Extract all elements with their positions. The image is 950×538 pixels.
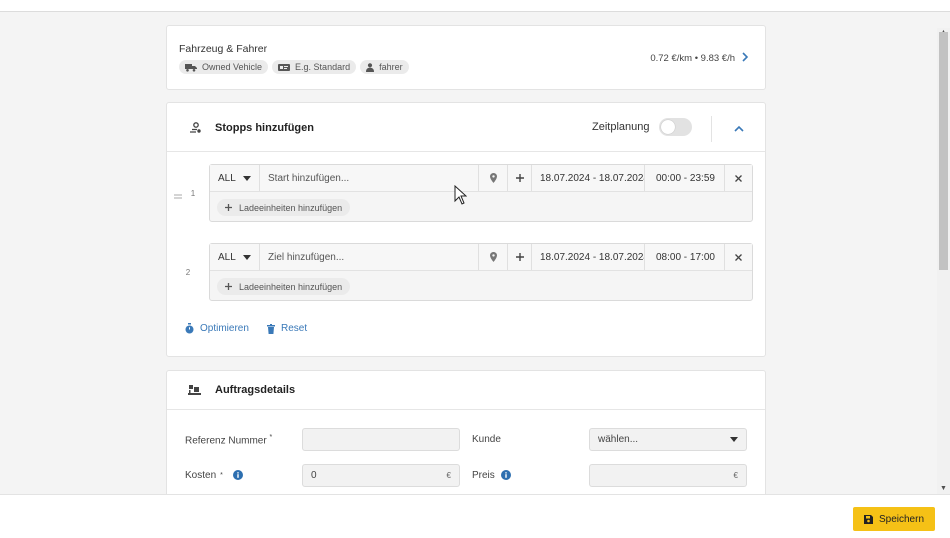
cost-value: 0 xyxy=(311,470,317,481)
map-pin-icon xyxy=(489,173,497,183)
add-load-units-label-2: Ladeeinheiten hinzufügen xyxy=(239,281,343,292)
remove-stop-button-2[interactable] xyxy=(725,244,752,270)
scrollbar-thumb[interactable] xyxy=(939,32,948,270)
truck-icon xyxy=(185,63,197,72)
price-label: Preis xyxy=(472,470,495,481)
reset-button[interactable]: Reset xyxy=(267,323,307,334)
plus-icon xyxy=(515,253,524,261)
stops-icon xyxy=(189,122,202,137)
add-stop-button-2[interactable] xyxy=(508,244,532,270)
date-range-1[interactable]: 18.07.2024 - 18.07.2024 xyxy=(532,165,645,191)
trash-icon xyxy=(267,323,275,334)
plus-icon xyxy=(225,283,232,290)
owned-vehicle-label: Owned Vehicle xyxy=(202,62,263,72)
plus-icon xyxy=(225,204,232,211)
stop-row-2: ALL Ziel hinzufügen... 18.07.2024 - 18.0… xyxy=(209,243,753,301)
driver-chip: fahrer xyxy=(360,60,409,74)
header-divider xyxy=(711,116,712,142)
customer-label: Kunde xyxy=(472,434,501,445)
map-pin-button-2[interactable] xyxy=(479,244,508,270)
add-load-units-label-1: Ladeeinheiten hinzufügen xyxy=(239,202,343,213)
close-icon xyxy=(735,174,742,182)
date-range-value-2: 18.07.2024 - 18.07.2024 xyxy=(540,251,645,263)
page-scrollbar[interactable]: ▲ ▼ xyxy=(937,28,950,494)
pallet-icon xyxy=(188,385,201,399)
start-address-input[interactable]: Start hinzufügen... xyxy=(260,165,479,191)
top-bar xyxy=(0,0,950,12)
order-details-header[interactable]: Auftragsdetails xyxy=(167,371,765,410)
dropdown-caret-icon xyxy=(243,175,251,181)
add-load-units-button-1[interactable]: Ladeeinheiten hinzufügen xyxy=(217,199,351,216)
scheduling-toggle[interactable] xyxy=(659,118,692,136)
footer-bar xyxy=(0,494,950,538)
reference-number-input[interactable] xyxy=(302,428,460,451)
date-range-value-1: 18.07.2024 - 18.07.2024 xyxy=(540,172,645,184)
reference-number-label: Referenz Nummer * xyxy=(185,434,273,447)
add-load-units-button-2[interactable]: Ladeeinheiten hinzufügen xyxy=(217,278,351,295)
reset-label: Reset xyxy=(281,323,308,334)
stop-number-2: 2 xyxy=(185,268,191,277)
order-details-title: Auftragsdetails xyxy=(215,384,296,396)
chevron-right-icon[interactable] xyxy=(742,52,749,65)
price-input[interactable]: € xyxy=(589,464,747,487)
required-mark: * xyxy=(269,434,273,441)
time-window-value-1: 00:00 - 23:59 xyxy=(656,172,715,184)
close-icon xyxy=(735,253,742,261)
vehicle-rate: 0.72 €/km • 9.83 €/h xyxy=(650,53,735,64)
drag-handle-icon[interactable] xyxy=(174,190,182,202)
stops-title: Stopps hinzufügen xyxy=(215,122,314,134)
info-icon[interactable] xyxy=(233,470,243,483)
stops-header[interactable]: Stopps hinzufügen Zeitplanung xyxy=(167,103,765,152)
price-currency: € xyxy=(733,471,738,480)
stop-number-1: 1 xyxy=(190,189,196,198)
time-window-1[interactable]: 00:00 - 23:59 xyxy=(645,165,725,191)
stop-type-value-2: ALL xyxy=(218,251,236,263)
vehicle-driver-title: Fahrzeug & Fahrer xyxy=(179,43,268,55)
vehicle-driver-card[interactable]: Fahrzeug & Fahrer Owned Vehicle E.g. Sta… xyxy=(166,25,766,90)
info-icon[interactable] xyxy=(501,470,511,483)
save-icon xyxy=(863,514,873,524)
id-card-icon xyxy=(278,63,291,71)
cost-currency: € xyxy=(446,471,451,480)
required-mark: * xyxy=(220,472,223,479)
owned-vehicle-chip: Owned Vehicle xyxy=(179,60,269,74)
stop-type-select-1[interactable]: ALL xyxy=(210,165,260,191)
date-range-2[interactable]: 18.07.2024 - 18.07.2024 xyxy=(532,244,645,270)
time-window-value-2: 08:00 - 17:00 xyxy=(656,251,715,263)
time-window-2[interactable]: 08:00 - 17:00 xyxy=(645,244,725,270)
cost-label: Kosten * xyxy=(185,470,223,481)
remove-stop-button-1[interactable] xyxy=(725,165,752,191)
optimize-button[interactable]: Optimieren xyxy=(185,323,249,334)
standard-chip: E.g. Standard xyxy=(272,60,357,74)
chevron-up-icon[interactable] xyxy=(734,123,744,135)
plus-icon xyxy=(515,174,524,182)
driver-label: fahrer xyxy=(379,62,403,72)
stops-card: Stopps hinzufügen Zeitplanung Optimieren… xyxy=(166,102,766,357)
scheduling-label: Zeitplanung xyxy=(592,121,650,133)
destination-address-input[interactable]: Ziel hinzufügen... xyxy=(260,244,479,270)
stopwatch-icon xyxy=(185,323,194,334)
start-address-placeholder: Start hinzufügen... xyxy=(268,172,350,184)
mouse-cursor-icon xyxy=(454,184,468,208)
standard-label: E.g. Standard xyxy=(295,62,351,72)
customer-placeholder: wählen... xyxy=(598,434,639,445)
stop-row-1: ALL Start hinzufügen... 18.07.2024 - 18.… xyxy=(209,164,753,222)
stop-type-select-2[interactable]: ALL xyxy=(210,244,260,270)
save-button[interactable]: Speichern xyxy=(853,507,935,531)
optimize-label: Optimieren xyxy=(200,323,249,334)
map-pin-icon xyxy=(489,252,497,262)
customer-select[interactable]: wählen... xyxy=(589,428,747,451)
stop-type-value-1: ALL xyxy=(218,172,236,184)
map-pin-button-1[interactable] xyxy=(479,165,508,191)
user-icon xyxy=(366,62,375,72)
add-stop-button-1[interactable] xyxy=(508,165,532,191)
save-label: Speichern xyxy=(878,513,925,525)
destination-address-placeholder: Ziel hinzufügen... xyxy=(268,251,345,263)
cost-input[interactable]: 0 € xyxy=(302,464,460,487)
dropdown-caret-icon xyxy=(730,437,738,442)
dropdown-caret-icon xyxy=(243,254,251,260)
